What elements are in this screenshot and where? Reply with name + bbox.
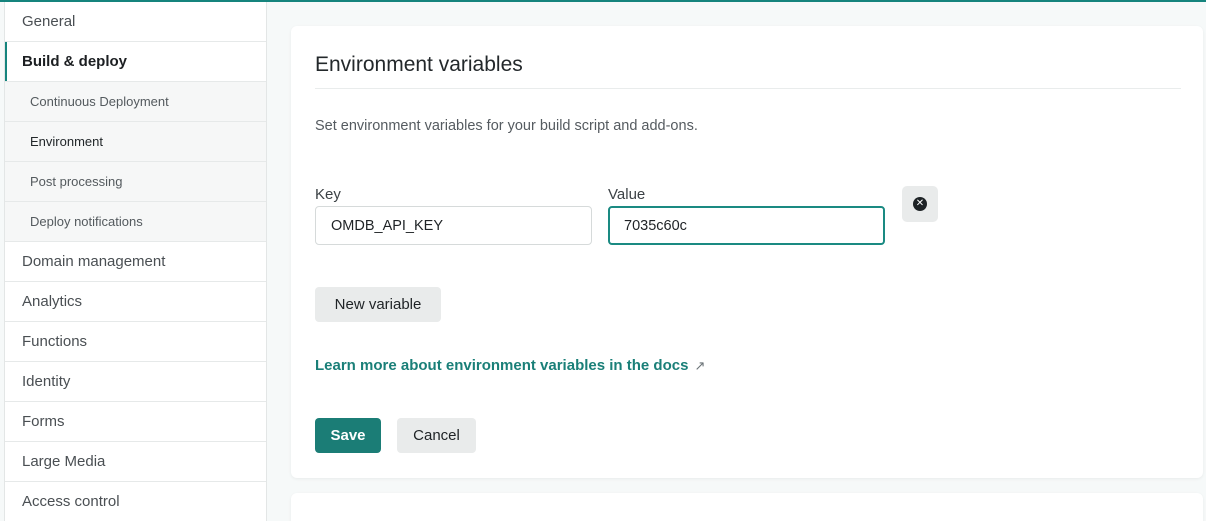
sidebar-subitem-continuous-deployment[interactable]: Continuous Deployment (5, 82, 266, 122)
sidebar-subitem-deploy-notifications[interactable]: Deploy notifications (5, 202, 266, 242)
save-button[interactable]: Save (315, 418, 381, 453)
sidebar-item-general[interactable]: General (5, 2, 266, 42)
card-description: Set environment variables for your build… (315, 118, 698, 134)
external-link-icon: ↗ (694, 357, 706, 373)
sidebar-item-large-media[interactable]: Large Media (5, 442, 266, 482)
sidebar-item-domain-management[interactable]: Domain management (5, 242, 266, 282)
settings-sidebar: General Build & deploy Continuous Deploy… (4, 2, 267, 521)
key-label: Key (315, 186, 341, 203)
card-title: Environment variables (315, 53, 523, 76)
card-divider (315, 88, 1181, 89)
value-label: Value (608, 186, 646, 203)
cancel-button[interactable]: Cancel (397, 418, 476, 453)
sidebar-item-forms[interactable]: Forms (5, 402, 266, 442)
remove-variable-button[interactable]: ✕ (902, 186, 938, 222)
new-variable-button[interactable]: New variable (315, 287, 441, 322)
sidebar-item-functions[interactable]: Functions (5, 322, 266, 362)
value-input[interactable] (608, 206, 885, 245)
docs-link-label: Learn more about environment variables i… (315, 357, 689, 374)
key-input[interactable] (315, 206, 592, 245)
sidebar-item-access-control[interactable]: Access control (5, 482, 266, 521)
docs-link[interactable]: Learn more about environment variables i… (315, 357, 705, 374)
next-settings-card (291, 493, 1203, 521)
close-circle-icon: ✕ (913, 197, 927, 211)
sidebar-item-analytics[interactable]: Analytics (5, 282, 266, 322)
sidebar-subitem-environment[interactable]: Environment (5, 122, 266, 162)
sidebar-item-identity[interactable]: Identity (5, 362, 266, 402)
sidebar-subitem-post-processing[interactable]: Post processing (5, 162, 266, 202)
sidebar-item-build-deploy[interactable]: Build & deploy (5, 42, 266, 82)
environment-variables-card: Environment variables Set environment va… (291, 26, 1203, 478)
